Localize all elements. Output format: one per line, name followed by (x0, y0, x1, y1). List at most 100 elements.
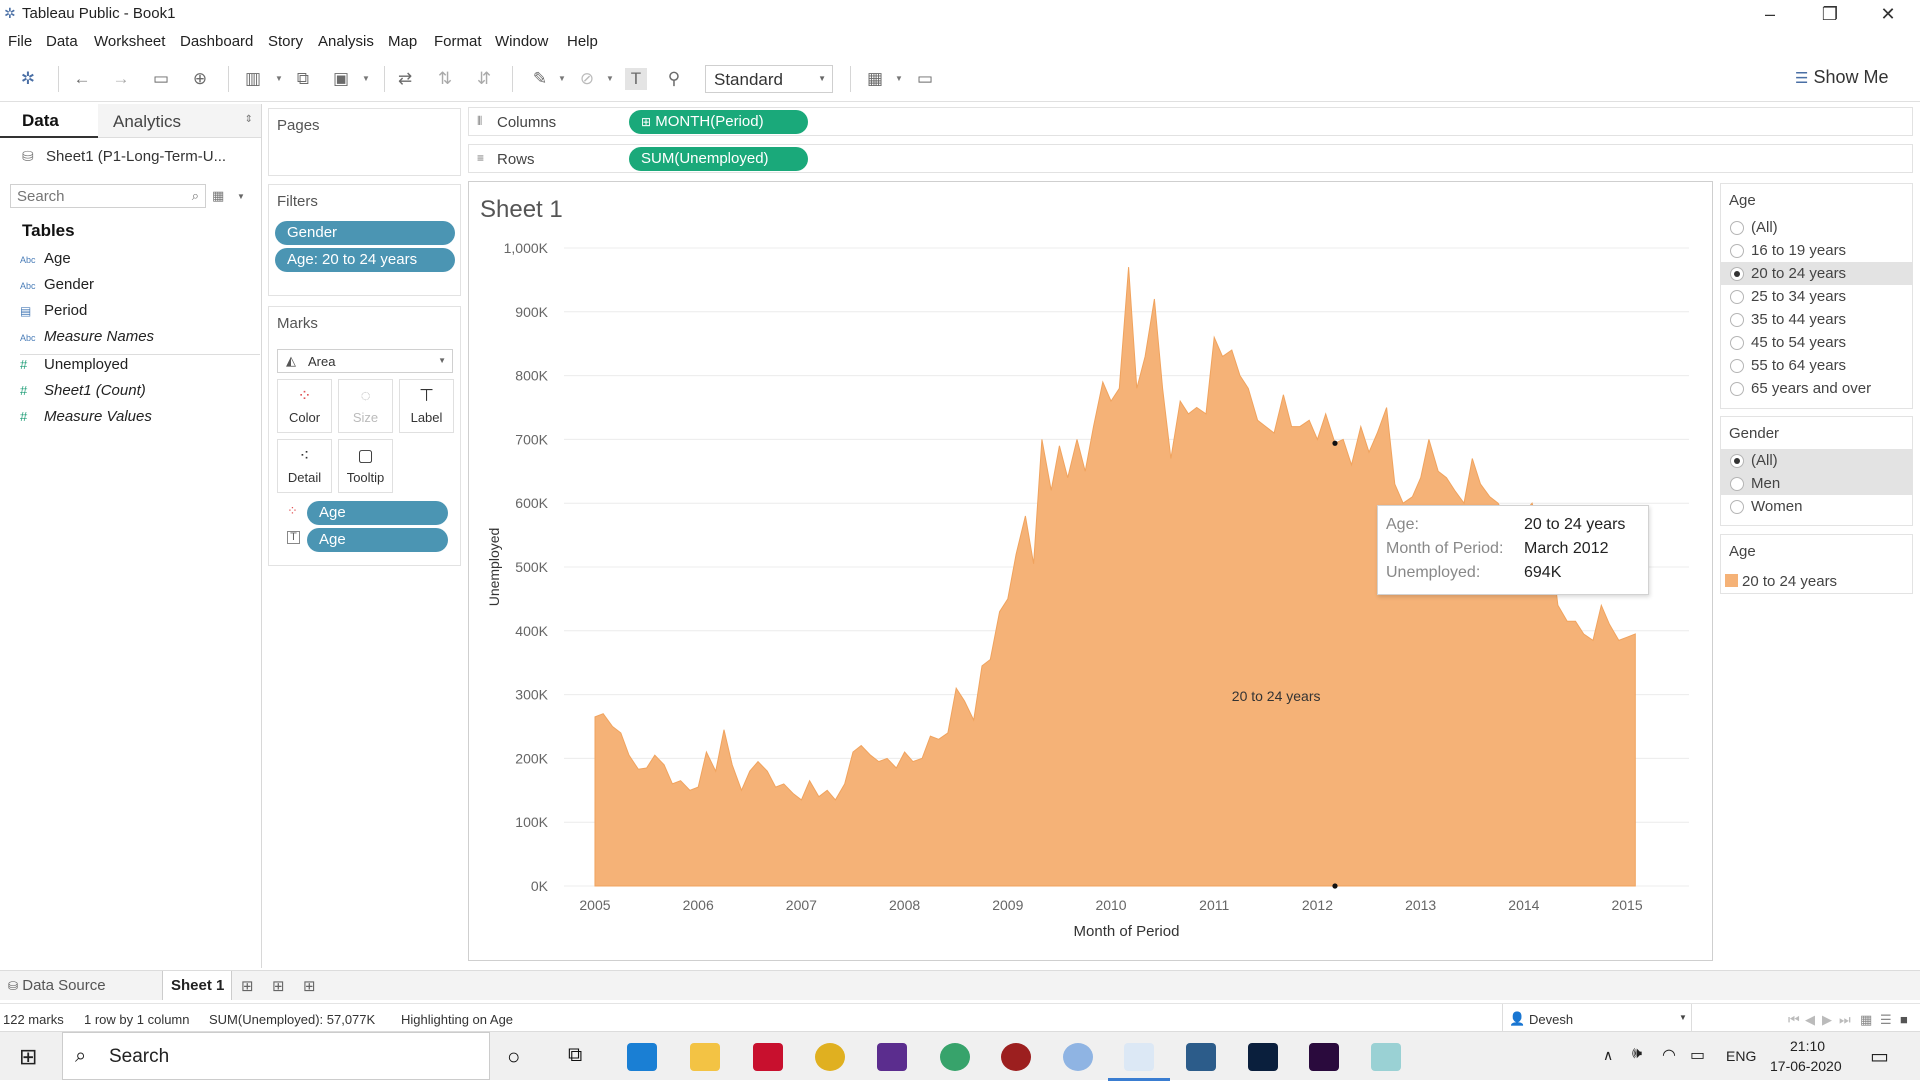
group-dropdown-icon[interactable]: ▼ (606, 74, 614, 83)
premiere-icon[interactable] (1309, 1043, 1339, 1071)
menu-worksheet[interactable]: Worksheet (94, 33, 165, 50)
age-filter-option[interactable]: (All) (1721, 216, 1912, 239)
show-labels-icon[interactable]: T (625, 68, 647, 90)
clock-date[interactable]: 17-06-2020 (1770, 1058, 1842, 1074)
size-button[interactable]: ◌ Size (338, 379, 393, 433)
nav-first-icon[interactable]: ⏮ (1788, 1012, 1800, 1028)
filmstrip-view-icon[interactable]: ■ (1900, 1012, 1908, 1027)
mark-type-dropdown[interactable]: ◭ Area ▼ (277, 349, 453, 373)
timeline-icon[interactable]: ⧉ (568, 1044, 582, 1067)
chart-dropdown-icon[interactable]: ▼ (895, 74, 903, 83)
clear-sheet-dropdown-icon[interactable]: ▼ (362, 74, 370, 83)
menu-data[interactable]: Data (46, 33, 78, 50)
search-field[interactable]: ⌕ (10, 184, 206, 208)
gender-filter-option[interactable]: Men (1721, 472, 1912, 495)
r-icon[interactable] (1063, 1043, 1093, 1071)
age-filter-option[interactable]: 45 to 54 years (1721, 331, 1912, 354)
menu-story[interactable]: Story (268, 33, 303, 50)
file-explorer-icon[interactable] (690, 1043, 720, 1071)
nav-last-icon[interactable]: ⏭ (1839, 1012, 1851, 1028)
sort-desc-icon[interactable]: ⇵ (473, 68, 495, 90)
clock-time[interactable]: 21:10 (1790, 1038, 1825, 1054)
new-story-tab-icon[interactable]: ⊞ (303, 977, 316, 995)
tab-sheet-1[interactable]: Sheet 1 (162, 971, 232, 1000)
tab-analytics[interactable]: Analytics ⇕ (98, 104, 261, 138)
datasource-name[interactable]: Sheet1 (P1-Long-Term-U... (46, 148, 226, 165)
gender-filter-option[interactable]: Women (1721, 495, 1912, 518)
gender-filter-option[interactable]: (All) (1721, 449, 1912, 472)
view-area[interactable]: Sheet 1 0K 100K 200K 300K 400K 500K 600K 700K 80… (468, 181, 1713, 961)
swap-icon[interactable]: ⇄ (394, 68, 416, 90)
mysql-icon[interactable] (1186, 1043, 1216, 1071)
age-filter-option[interactable]: 25 to 34 years (1721, 285, 1912, 308)
chart-icon[interactable]: ▦ (864, 68, 886, 90)
grid-view-icon[interactable]: ▦ (1860, 1012, 1872, 1028)
task-view-icon[interactable]: ○ (507, 1044, 520, 1070)
marks-pill-age-color[interactable]: Age (307, 501, 448, 525)
tab-data-source[interactable]: ⛁ Data Source (8, 977, 106, 994)
menu-analysis[interactable]: Analysis (318, 33, 374, 50)
field-unemployed[interactable]: # Unemployed (20, 356, 128, 373)
color-button[interactable]: ⁘ Color (277, 379, 332, 433)
view-dropdown-icon[interactable]: ▼ (237, 192, 245, 201)
redo-icon[interactable]: → (110, 68, 132, 90)
ruby-icon[interactable] (1001, 1043, 1031, 1071)
menu-map[interactable]: Map (388, 33, 417, 50)
mcafee-icon[interactable] (753, 1043, 783, 1071)
volume-icon[interactable]: 🕪 (1632, 1045, 1642, 1063)
pane-menu-icon[interactable]: ⇕ (245, 114, 253, 125)
duplicate-icon[interactable]: ⧉ (292, 68, 314, 90)
field-gender[interactable]: Abc Gender (20, 276, 94, 293)
nav-prev-icon[interactable]: ◀ (1805, 1012, 1815, 1028)
label-button[interactable]: ⊤ Label (399, 379, 454, 433)
tooltip-button[interactable]: ▢ Tooltip (338, 439, 393, 493)
restore-icon[interactable]: ❐ (1812, 2, 1848, 26)
menu-dashboard[interactable]: Dashboard (180, 33, 253, 50)
minimize-icon[interactable]: – (1752, 2, 1788, 26)
menu-help[interactable]: Help (567, 33, 598, 50)
filters-card[interactable]: Filters Gender Age: 20 to 24 years (268, 184, 461, 296)
new-worksheet-icon[interactable]: ▥ (242, 68, 264, 90)
menu-file[interactable]: File (8, 33, 32, 50)
marks-pill-age-label[interactable]: Age (307, 528, 448, 552)
menu-format[interactable]: Format (434, 33, 482, 50)
nav-next-icon[interactable]: ▶ (1822, 1012, 1832, 1028)
search-input[interactable] (17, 186, 177, 206)
rows-shelf[interactable]: ≡ Rows SUM(Unemployed) (468, 144, 1913, 173)
pages-card[interactable]: Pages (268, 108, 461, 176)
field-age[interactable]: Abc Age (20, 250, 71, 267)
windows-start-icon[interactable]: ⊞ (19, 1044, 37, 1070)
tab-data[interactable]: Data (0, 104, 98, 138)
user-dropdown[interactable]: 👤 Devesh ▼ (1502, 1004, 1692, 1031)
group-icon[interactable]: ⊘ (576, 68, 598, 90)
columns-pill-month-period[interactable]: ⊞ MONTH(Period) (629, 110, 808, 134)
atom-icon[interactable] (940, 1043, 970, 1071)
undo-icon[interactable]: ← (71, 68, 93, 90)
legend-item[interactable]: 20 to 24 years (1725, 573, 1837, 590)
wifi-icon[interactable]: ◠ (1662, 1045, 1676, 1065)
notifications-icon[interactable]: ▭ (1870, 1044, 1889, 1069)
detail-button[interactable]: ⁖ Detail (277, 439, 332, 493)
columns-shelf[interactable]: ⦀ Columns ⊞ MONTH(Period) (468, 107, 1913, 136)
new-datasource-icon[interactable]: ⊕ (189, 68, 211, 90)
sort-asc-icon[interactable]: ⇅ (434, 68, 456, 90)
fit-dropdown[interactable]: Standard ▼ (705, 65, 833, 93)
field-sheet1-count[interactable]: # Sheet1 (Count) (20, 382, 146, 399)
taskbar-search[interactable]: ⌕ Search (62, 1032, 490, 1080)
save-icon[interactable]: ▭ (150, 68, 172, 90)
battery-icon[interactable]: ▭ (1690, 1045, 1705, 1065)
age-filter-option[interactable]: 55 to 64 years (1721, 354, 1912, 377)
new-worksheet-dropdown-icon[interactable]: ▼ (275, 74, 283, 83)
tray-overflow-icon[interactable]: ∧ (1603, 1047, 1613, 1064)
media-player-icon[interactable] (877, 1043, 907, 1071)
rows-pill-sum-unemployed[interactable]: SUM(Unemployed) (629, 147, 808, 171)
show-me-button[interactable]: ☰ Show Me (1795, 67, 1889, 88)
presentation-icon[interactable]: ▭ (914, 68, 936, 90)
clear-sheet-icon[interactable]: ▣ (330, 68, 352, 90)
age-filter-option[interactable]: 35 to 44 years (1721, 308, 1912, 331)
age-filter-option[interactable]: 16 to 19 years (1721, 239, 1912, 262)
close-icon[interactable]: ✕ (1870, 2, 1906, 26)
view-toggle-icon[interactable]: ▦ (212, 188, 224, 204)
edge-icon[interactable] (627, 1043, 657, 1071)
age-filter-option[interactable]: 20 to 24 years (1721, 262, 1912, 285)
